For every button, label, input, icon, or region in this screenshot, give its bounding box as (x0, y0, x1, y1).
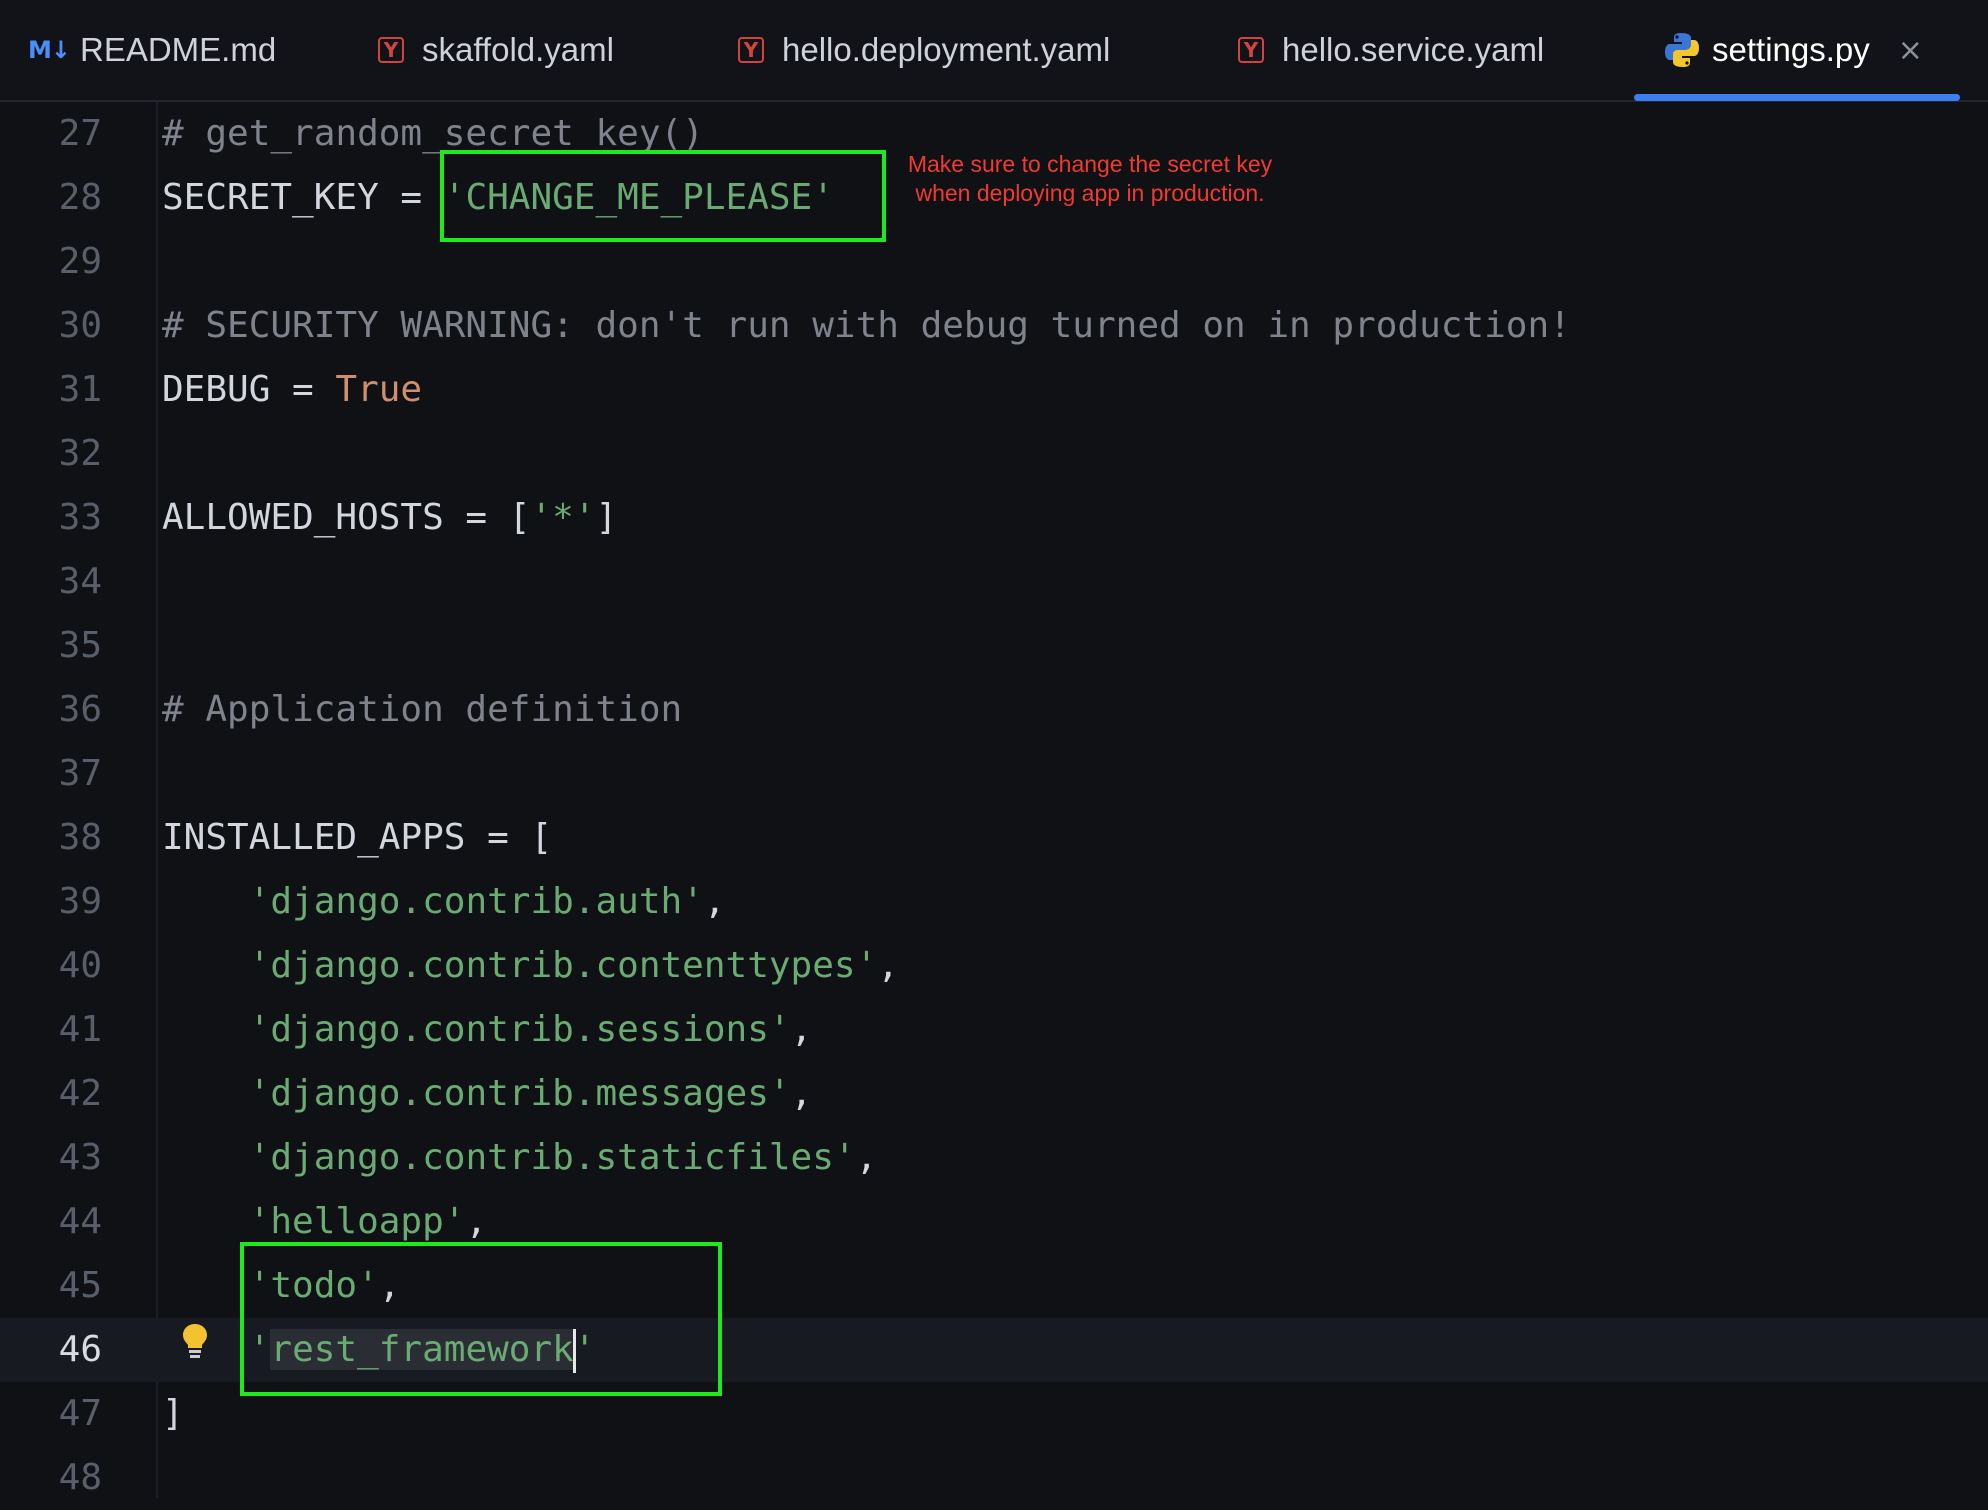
code-punct: ] (162, 1393, 184, 1434)
line-number: 39 (58, 881, 102, 922)
code-punct: , (465, 1201, 488, 1242)
code-line[interactable]: 42 'django.contrib.messages', (0, 1062, 1988, 1126)
code-punct: , (855, 1137, 878, 1178)
tab-label: hello.deployment.yaml (782, 31, 1111, 68)
code-text: ALLOWED_HOSTS = ['*'] (162, 486, 617, 550)
tab-settings-py[interactable]: settings.py × (1664, 0, 1923, 100)
code-line[interactable]: 31 DEBUG = True (0, 358, 1988, 422)
code-line[interactable]: 48 (0, 1446, 1988, 1510)
line-number: 47 (58, 1393, 102, 1434)
code-punct: , (790, 1009, 813, 1050)
tab-label: settings.py (1712, 31, 1870, 68)
code-line[interactable]: 39 'django.contrib.auth', (0, 870, 1988, 934)
code-identifier: SECRET_KEY = (162, 177, 444, 218)
line-number: 46 (58, 1329, 102, 1370)
tab-hello-deployment-yaml[interactable]: Y hello.deployment.yaml (738, 0, 1110, 100)
code-editor[interactable]: 27 # get_random_secret_key() 28 SECRET_K… (0, 102, 1988, 1498)
tab-label: hello.service.yaml (1282, 31, 1545, 68)
code-line[interactable]: 34 (0, 550, 1988, 614)
tab-label: skaffold.yaml (422, 31, 614, 68)
python-icon (1665, 33, 1699, 67)
editor-tab-bar: M↓ README.md Y skaffold.yaml Y hello.dep… (0, 0, 1988, 102)
code-string: 'django.contrib.messages' (248, 1073, 791, 1114)
code-text: 'django.contrib.contenttypes', (162, 934, 899, 998)
code-identifier: ALLOWED_HOSTS = [ (162, 497, 531, 538)
code-string: 'helloapp' (248, 1201, 466, 1242)
yaml-icon: Y (378, 37, 404, 63)
code-keyword: True (335, 369, 423, 410)
code-line[interactable]: 40 'django.contrib.contenttypes', (0, 934, 1988, 998)
code-text: 'django.contrib.staticfiles', (162, 1126, 878, 1190)
line-number: 43 (58, 1137, 102, 1178)
annotation-note: Make sure to change the secret key when … (907, 151, 1273, 206)
line-number: 29 (58, 241, 102, 282)
line-number: 27 (58, 113, 102, 154)
tab-hello-service-yaml[interactable]: Y hello.service.yaml (1238, 0, 1544, 100)
code-line[interactable]: 41 'django.contrib.sessions', (0, 998, 1988, 1062)
highlight-box-new-apps (240, 1242, 722, 1396)
tab-label: README.md (80, 31, 277, 68)
code-comment: # Application definition (162, 689, 683, 730)
line-number: 41 (58, 1009, 102, 1050)
line-number: 36 (58, 689, 102, 730)
code-string: '*' (530, 497, 596, 538)
highlight-box-secret-key (440, 150, 886, 242)
code-punct: , (703, 881, 726, 922)
code-identifier: INSTALLED_APPS = [ (162, 817, 553, 858)
line-number: 34 (58, 561, 102, 602)
code-punct: , (877, 945, 899, 986)
line-number: 33 (58, 497, 102, 538)
line-number: 40 (58, 945, 102, 986)
tab-skaffold-yaml[interactable]: Y skaffold.yaml (378, 0, 614, 100)
line-number: 42 (58, 1073, 102, 1114)
line-number: 31 (58, 369, 102, 410)
line-number: 30 (58, 305, 102, 346)
code-string: 'django.contrib.contenttypes' (248, 945, 878, 986)
line-number: 44 (58, 1201, 102, 1242)
code-comment: # SECURITY WARNING: don't run with debug… (162, 305, 1571, 346)
code-line[interactable]: 43 'django.contrib.staticfiles', (0, 1126, 1988, 1190)
code-line[interactable]: 30 # SECURITY WARNING: don't run with de… (0, 294, 1988, 358)
code-line[interactable]: 37 (0, 742, 1988, 806)
line-number: 37 (58, 753, 102, 794)
code-text: 'django.contrib.auth', (162, 870, 726, 934)
code-punct: ] (595, 497, 618, 538)
markdown-icon: M↓ (28, 36, 71, 64)
line-number: 28 (58, 177, 102, 218)
line-number: 35 (58, 625, 102, 666)
code-line[interactable]: 36 # Application definition (0, 678, 1988, 742)
code-string: 'django.contrib.auth' (248, 881, 704, 922)
line-number: 45 (58, 1265, 102, 1306)
code-punct: , (790, 1073, 813, 1114)
code-string: 'django.contrib.staticfiles' (248, 1137, 856, 1178)
code-line[interactable]: 38 INSTALLED_APPS = [ (0, 806, 1988, 870)
code-text: 'django.contrib.sessions', (162, 998, 813, 1062)
code-text: 'django.contrib.messages', (162, 1062, 813, 1126)
code-identifier: DEBUG = (162, 369, 336, 410)
line-number: 48 (58, 1457, 102, 1498)
lightbulb-icon[interactable] (180, 1322, 210, 1362)
line-number: 32 (58, 433, 102, 474)
code-text: DEBUG = True (162, 358, 422, 422)
code-line[interactable]: 29 (0, 230, 1988, 294)
active-tab-indicator (1634, 94, 1960, 101)
tab-readme[interactable]: M↓ README.md (28, 0, 276, 100)
yaml-icon: Y (1238, 37, 1264, 63)
line-number: 38 (58, 817, 102, 858)
code-line[interactable]: 33 ALLOWED_HOSTS = ['*'] (0, 486, 1988, 550)
code-line[interactable]: 32 (0, 422, 1988, 486)
code-line[interactable]: 35 (0, 614, 1988, 678)
yaml-icon: Y (738, 37, 764, 63)
code-string: 'django.contrib.sessions' (248, 1009, 791, 1050)
close-icon[interactable]: × (1898, 33, 1923, 68)
